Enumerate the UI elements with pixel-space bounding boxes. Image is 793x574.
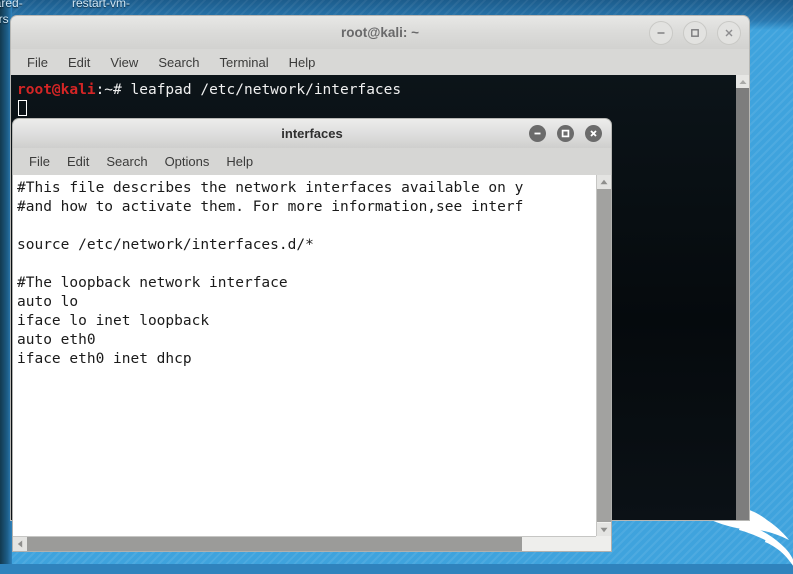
leafpad-editor-area[interactable]: #This file describes the network interfa… — [12, 175, 612, 552]
leafpad-menubar: File Edit Search Options Help — [12, 148, 612, 175]
terminal-scrollbar[interactable] — [736, 75, 749, 520]
terminal-menu-view[interactable]: View — [110, 55, 138, 70]
leafpad-horizontal-scrollbar[interactable] — [13, 536, 611, 551]
terminal-title: root@kali: ~ — [340, 25, 420, 40]
terminal-menu-file[interactable]: File — [27, 55, 48, 70]
leafpad-scroll-down-icon[interactable] — [597, 523, 611, 537]
terminal-prompt-suffix: :~# — [95, 82, 131, 98]
leafpad-scroll-left-icon[interactable] — [13, 537, 27, 551]
leafpad-title: interfaces — [281, 126, 343, 141]
terminal-text: root@kali:~# leafpad /etc/network/interf… — [11, 75, 749, 119]
desktop-icon-label-2: restart-vm- — [72, 0, 130, 10]
leafpad-menu-options[interactable]: Options — [165, 154, 210, 169]
leafpad-minimize-icon[interactable] — [529, 125, 546, 142]
desktop-icon-label-1: hared- — [0, 0, 23, 10]
terminal-menu-edit[interactable]: Edit — [68, 55, 90, 70]
terminal-prompt-user: root@kali — [17, 82, 96, 98]
terminal-menu-terminal[interactable]: Terminal — [220, 55, 269, 70]
leafpad-maximize-icon[interactable] — [557, 125, 574, 142]
leafpad-menu-search[interactable]: Search — [106, 154, 147, 169]
terminal-cursor — [18, 100, 27, 116]
terminal-window-controls — [649, 16, 741, 49]
terminal-scroll-up-icon[interactable] — [736, 75, 749, 88]
terminal-menubar: File Edit View Search Terminal Help — [10, 49, 750, 75]
leafpad-scroll-corner — [596, 536, 611, 551]
terminal-close-icon[interactable] — [717, 20, 741, 45]
leafpad-hscroll-track[interactable] — [522, 537, 597, 551]
desktop-icon-label-3: ers — [0, 12, 9, 26]
leafpad-menu-file[interactable]: File — [29, 154, 50, 169]
leafpad-vscroll-thumb[interactable] — [597, 189, 611, 522]
terminal-menu-help[interactable]: Help — [289, 55, 316, 70]
leafpad-window-controls — [529, 119, 602, 148]
leafpad-menu-help[interactable]: Help — [226, 154, 253, 169]
leafpad-window[interactable]: interfaces File Edit Search Options Help… — [12, 118, 612, 552]
leafpad-file-content[interactable]: #This file describes the network interfa… — [13, 175, 592, 369]
terminal-titlebar[interactable]: root@kali: ~ — [10, 15, 750, 49]
leafpad-close-icon[interactable] — [585, 125, 602, 142]
leafpad-scroll-up-icon[interactable] — [597, 175, 611, 189]
leafpad-titlebar[interactable]: interfaces — [12, 118, 612, 148]
leafpad-menu-edit[interactable]: Edit — [67, 154, 89, 169]
terminal-menu-search[interactable]: Search — [158, 55, 199, 70]
leafpad-vertical-scrollbar[interactable] — [596, 175, 611, 537]
terminal-minimize-icon[interactable] — [649, 20, 673, 45]
terminal-maximize-icon[interactable] — [683, 20, 707, 45]
leafpad-hscroll-thumb[interactable] — [27, 537, 522, 551]
terminal-command: leafpad /etc/network/interfaces — [130, 82, 402, 98]
